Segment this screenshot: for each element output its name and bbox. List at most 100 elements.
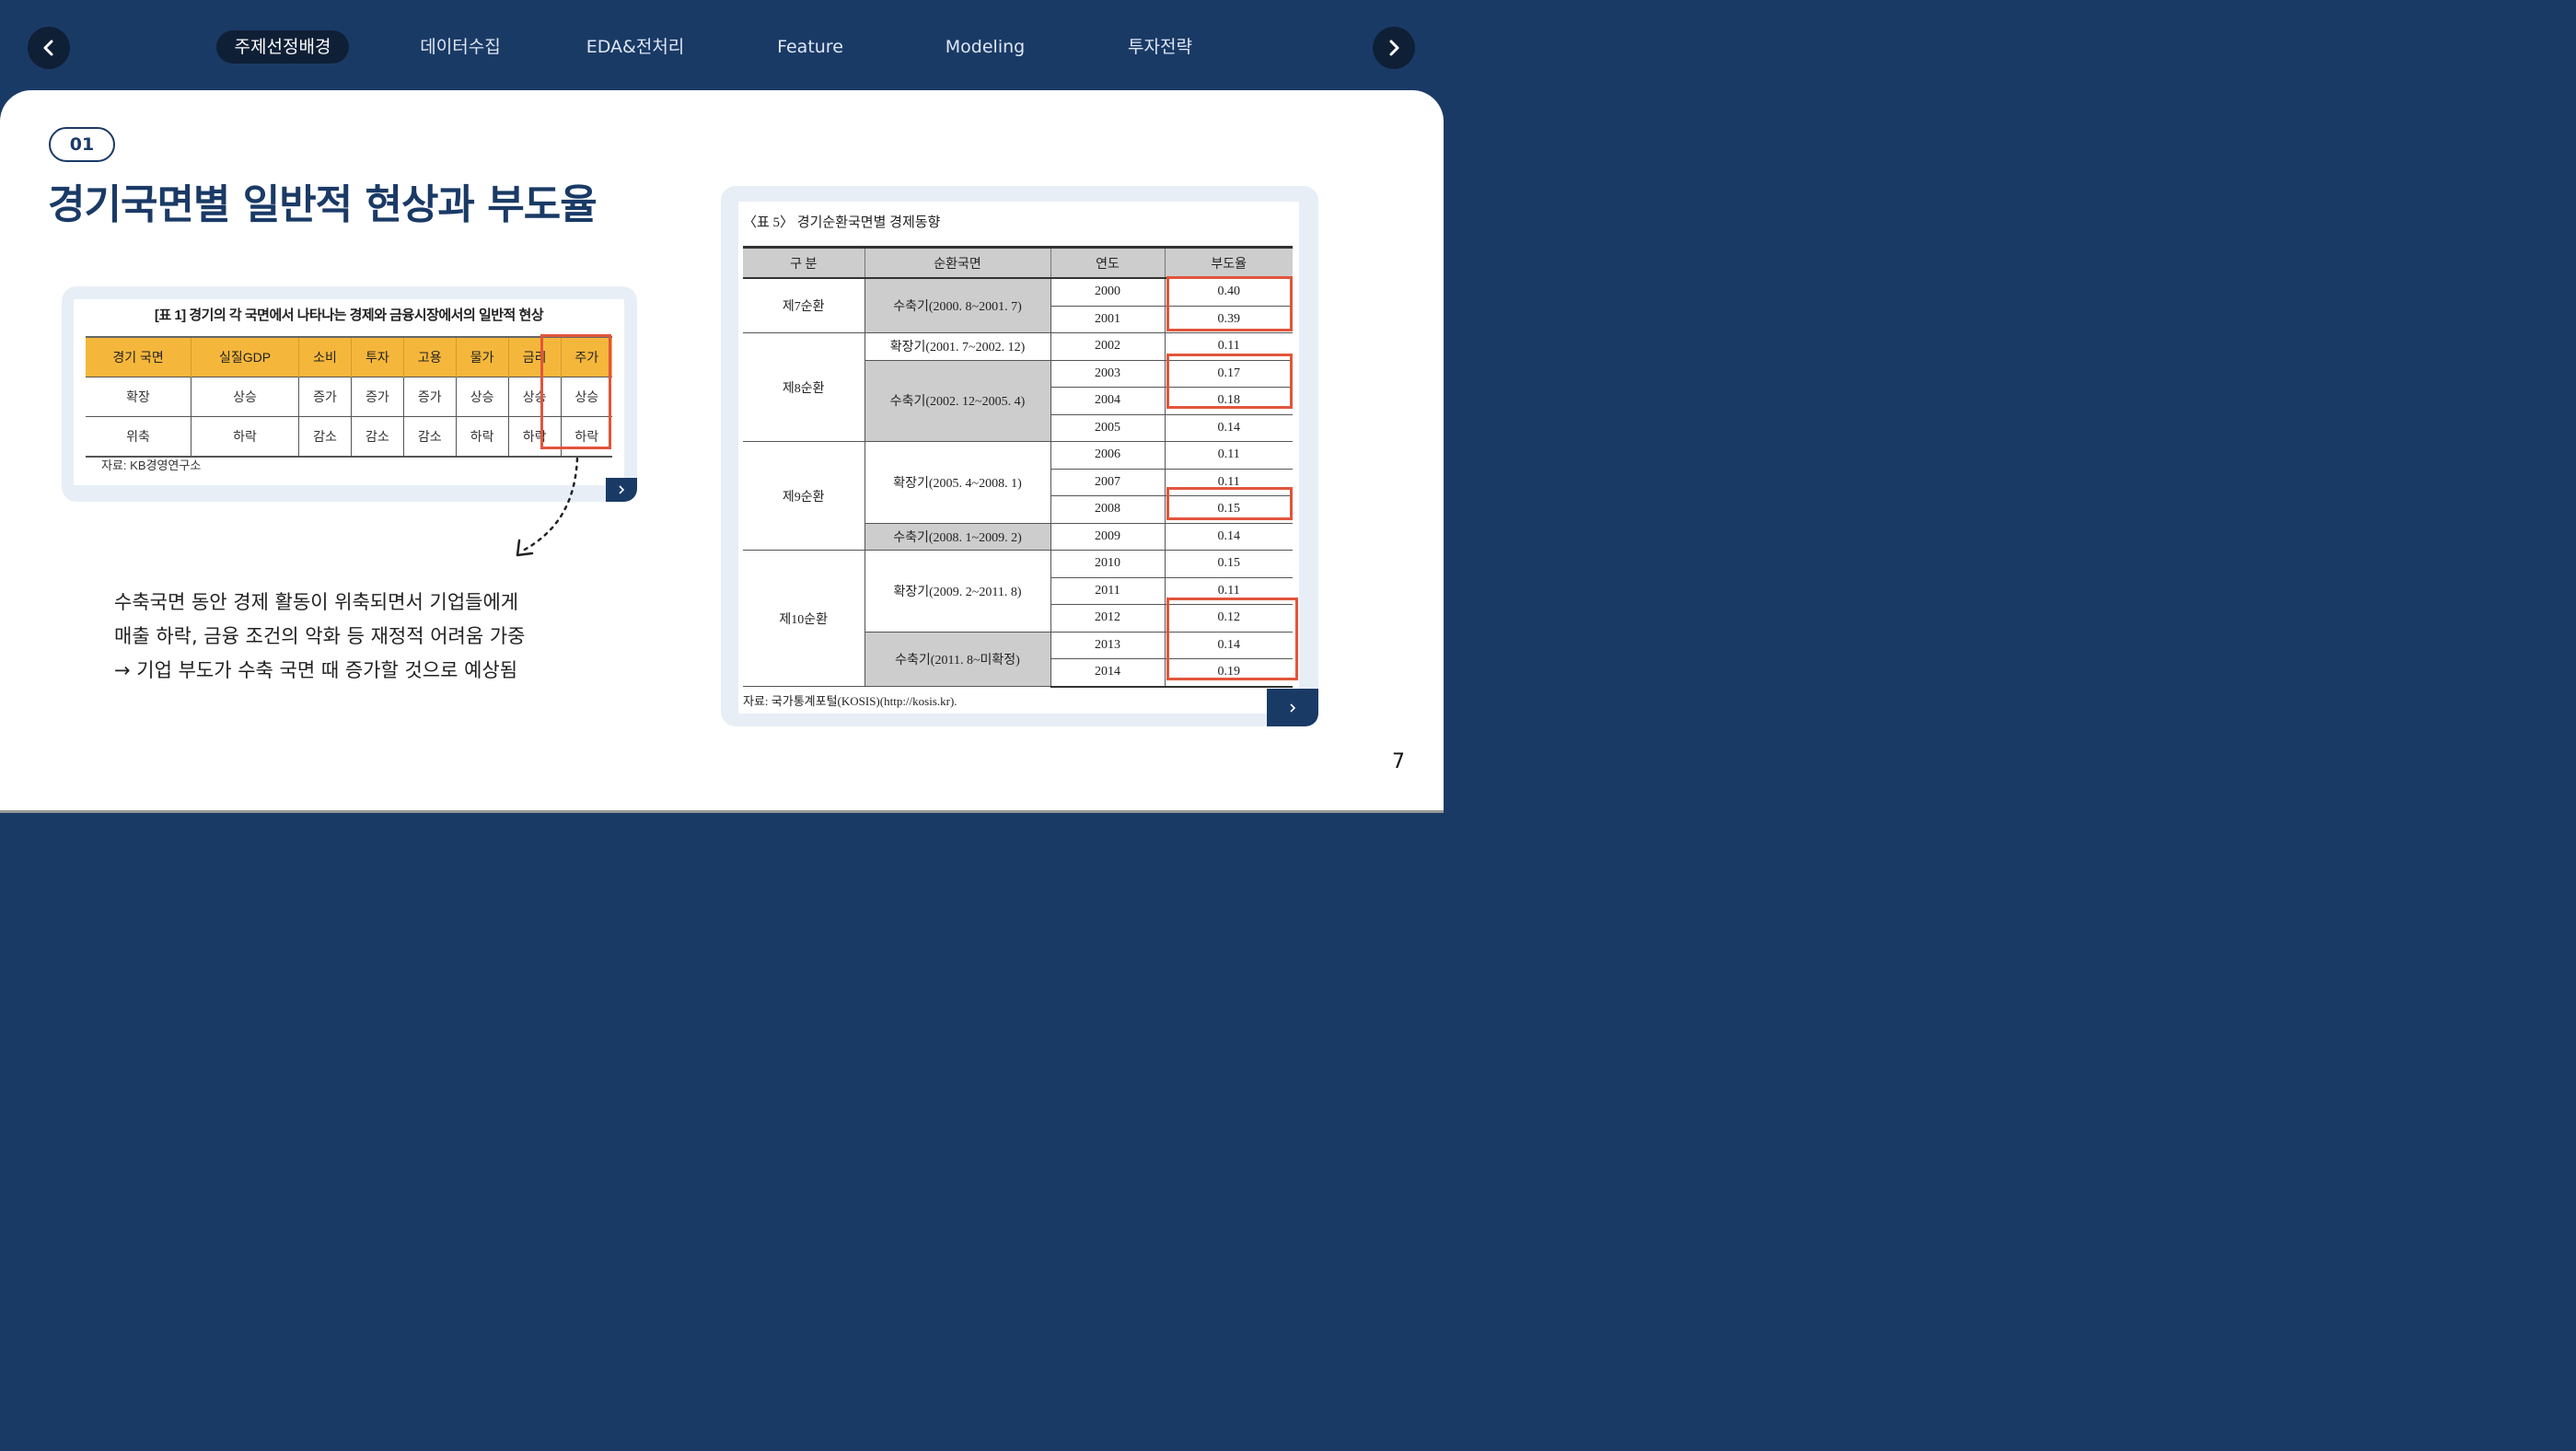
table-cell: 하락 [456, 416, 509, 458]
year-cell: 2002 [1050, 332, 1166, 361]
cycle-cell: 제9순환 [743, 441, 865, 551]
table1-header: 물가 [456, 336, 509, 377]
default-rate-cell: 0.11 [1165, 332, 1293, 361]
default-rate-cell: 0.17 [1165, 360, 1293, 388]
year-cell: 2008 [1050, 495, 1166, 524]
default-rate-cell: 0.15 [1165, 550, 1293, 578]
table1-header-row: 경기 국면 실질GDP 소비 투자 고용 물가 금리 주가 [86, 336, 612, 377]
chevron-left-icon [43, 40, 53, 56]
tab-feature[interactable]: Feature [764, 30, 856, 64]
table-row: 확장 상승 증가 증가 증가 상승 상승 상승 [86, 377, 612, 417]
table1-expand-button[interactable] [606, 478, 637, 502]
previous-slide-button[interactable] [28, 27, 70, 69]
tab-topic-background[interactable]: 주제선정배경 [216, 30, 349, 64]
table1-header: 주가 [561, 336, 612, 377]
year-cell: 2005 [1050, 414, 1166, 442]
explanation-line-2: 매출 하락, 금융 조건의 악화 등 재정적 어려움 가중 [114, 625, 526, 647]
table5-expand-button[interactable] [1267, 689, 1318, 726]
default-rate-cell: 0.40 [1165, 278, 1293, 307]
year-cell: 2004 [1050, 387, 1166, 415]
tab-modeling[interactable]: Modeling [934, 30, 1036, 64]
default-rate-cell: 0.12 [1165, 604, 1293, 633]
tab-data-collection[interactable]: 데이터수집 [405, 30, 516, 64]
table1-source: 자료: KB경영연구소 [101, 459, 202, 472]
year-cell: 2011 [1050, 577, 1166, 605]
chevron-right-icon [1290, 702, 1296, 713]
page-title: 경기국면별 일반적 현상과 부도율 [48, 181, 598, 228]
table-cell: 증가 [351, 377, 404, 417]
section-number-badge: 01 [49, 127, 115, 162]
table1-header: 경기 국면 [86, 336, 192, 377]
default-rate-cell: 0.39 [1165, 306, 1293, 333]
default-rate-cell: 0.18 [1165, 387, 1293, 415]
table-cell: 상승 [561, 377, 612, 417]
table5-header: 순환국면 [864, 246, 1051, 279]
table1-header: 투자 [351, 336, 404, 377]
table5-source: 자료: 국가통계포털(KOSIS)(http://kosis.kr). [743, 694, 957, 708]
table-cell: 증가 [298, 377, 352, 417]
explanation-line-1: 수축국면 동안 경제 활동이 위축되면서 기업들에게 [114, 591, 519, 613]
phase-cell: 확장기(2009. 2~2011. 8) [864, 550, 1051, 633]
default-rate-cell: 0.11 [1165, 441, 1293, 470]
table5-image: 〈표 5〉 경기순환국면별 경제동향 구 분 순환국면 연도 부도율 제7순환 … [738, 202, 1299, 714]
default-rate-cell: 0.19 [1165, 658, 1293, 688]
table5-caption: 〈표 5〉 경기순환국면별 경제동향 [743, 215, 941, 230]
table-cell: 상승 [191, 377, 300, 417]
default-rate-cell: 0.11 [1165, 577, 1293, 605]
explanation-line-3: → 기업 부도가 수축 국면 때 증가할 것으로 예상됨 [114, 659, 518, 681]
year-cell: 2013 [1050, 632, 1166, 659]
table5-header: 부도율 [1165, 246, 1293, 279]
year-cell: 2000 [1050, 278, 1166, 307]
default-rate-cell: 0.14 [1165, 632, 1293, 659]
table5-header: 구 분 [743, 246, 865, 279]
default-rate-cell: 0.14 [1165, 414, 1293, 442]
dotted-arrow-icon [516, 457, 579, 557]
table-cell: 증가 [403, 377, 457, 417]
cycle-cell: 제7순환 [743, 278, 865, 333]
tab-investment-strategy[interactable]: 투자전략 [1114, 30, 1206, 64]
chevron-right-icon [619, 485, 625, 494]
table1-header: 실질GDP [191, 336, 300, 377]
default-rate-cell: 0.11 [1165, 469, 1293, 496]
page-number: 7 [1392, 750, 1405, 773]
table1-header: 소비 [298, 336, 352, 377]
table-cell: 상승 [456, 377, 509, 417]
table-row: 제9순환 확장기(2005. 4~2008. 1) 2006 0.11 [743, 441, 1293, 551]
explanation-text: 수축국면 동안 경제 활동이 위축되면서 기업들에게 매출 하락, 금융 조건의… [114, 586, 525, 688]
phase-cell: 확장기(2005. 4~2008. 1) [864, 441, 1051, 524]
top-navigation-bar: 주제선정배경 데이터수집 EDA&전처리 Feature Modeling 투자… [0, 0, 1444, 101]
default-rate-cell: 0.14 [1165, 523, 1293, 551]
phase-cell: 수축기(2008. 1~2009. 2) [864, 523, 1051, 551]
table5-header-row: 구 분 순환국면 연도 부도율 [743, 246, 1293, 279]
year-cell: 2014 [1050, 658, 1166, 688]
year-cell: 2010 [1050, 550, 1166, 578]
year-cell: 2001 [1050, 306, 1166, 333]
year-cell: 2009 [1050, 523, 1166, 551]
table-cell: 확장 [86, 377, 192, 417]
table5-header: 연도 [1050, 246, 1166, 279]
tab-eda-preprocessing[interactable]: EDA&전처리 [575, 30, 695, 64]
cycle-cell: 제10순환 [743, 550, 865, 687]
year-cell: 2007 [1050, 469, 1166, 496]
phase-cell: 수축기(2000. 8~2001. 7) [864, 278, 1051, 333]
default-rate-cell: 0.15 [1165, 495, 1293, 524]
cycle-cell: 제8순환 [743, 332, 865, 442]
table1-caption: [표 1] 경기의 각 국면에서 나타나는 경제와 금융시장에서의 일반적 현상 [154, 308, 544, 323]
table-row: 제7순환 수축기(2000. 8~2001. 7) 2000 0.40 [743, 278, 1293, 333]
next-slide-button[interactable] [1373, 27, 1415, 69]
table-row: 제8순환 확장기(2001. 7~2002. 12) 2002 0.11 [743, 332, 1293, 442]
phase-cell: 확장기(2001. 7~2002. 12) [864, 332, 1051, 361]
bottom-divider [0, 810, 1444, 813]
table1: 경기 국면 실질GDP 소비 투자 고용 물가 금리 주가 확장 상승 증가 증… [86, 336, 612, 458]
phase-cell: 수축기(2011. 8~미확정) [864, 632, 1051, 687]
table5: 구 분 순환국면 연도 부도율 제7순환 수축기(2000. 8~2001. 7… [743, 246, 1293, 688]
year-cell: 2012 [1050, 604, 1166, 633]
table-cell: 상승 [508, 377, 562, 417]
table5-card: 〈표 5〉 경기순환국면별 경제동향 구 분 순환국면 연도 부도율 제7순환 … [721, 186, 1318, 726]
table1-header: 고용 [403, 336, 457, 377]
table-row: 제10순환 확장기(2009. 2~2011. 8) 2010 0.15 [743, 550, 1293, 687]
table-cell: 감소 [351, 416, 404, 458]
year-cell: 2006 [1050, 441, 1166, 470]
table-cell: 감소 [298, 416, 352, 458]
phase-cell: 수축기(2002. 12~2005. 4) [864, 360, 1051, 442]
